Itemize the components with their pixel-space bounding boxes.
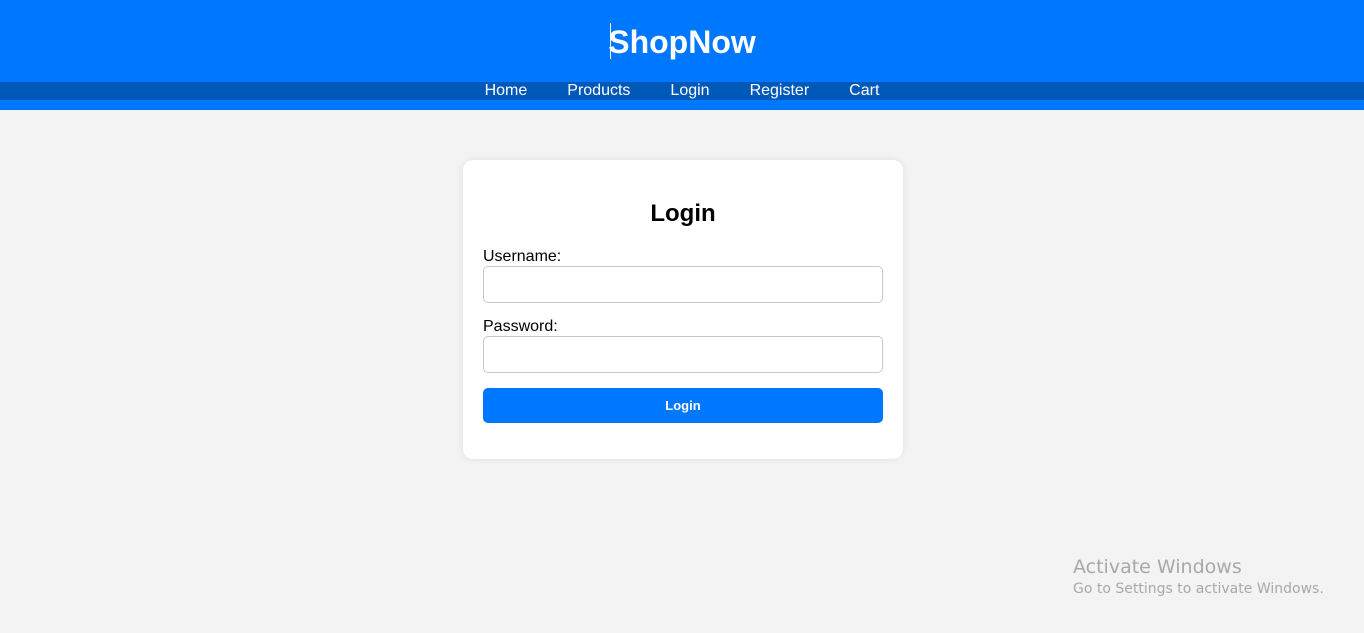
login-card: Login Username: Password: Login [463, 160, 903, 459]
password-input[interactable] [483, 336, 883, 373]
main-nav: Home Products Login Register Cart [0, 82, 1364, 100]
username-label: Username: [483, 248, 562, 265]
nav-item-cart[interactable]: Cart [849, 82, 879, 100]
watermark-subtitle: Go to Settings to activate Windows. [1073, 581, 1324, 597]
text-cursor [610, 23, 611, 59]
watermark-title: Activate Windows [1073, 556, 1242, 578]
activate-windows-watermark: Activate Windows Go to Settings to activ… [1073, 555, 1324, 599]
site-logo-title[interactable]: ShopNow [0, 22, 1364, 62]
login-title: Login [650, 200, 716, 227]
password-label: Password: [483, 318, 558, 335]
nav-item-register[interactable]: Register [750, 82, 810, 100]
login-button[interactable]: Login [483, 388, 883, 423]
nav-item-products[interactable]: Products [567, 82, 630, 100]
nav-item-home[interactable]: Home [485, 82, 528, 100]
site-header: ShopNow Home Products Login Register Car… [0, 0, 1364, 110]
nav-item-login[interactable]: Login [670, 82, 709, 100]
username-input[interactable] [483, 266, 883, 303]
